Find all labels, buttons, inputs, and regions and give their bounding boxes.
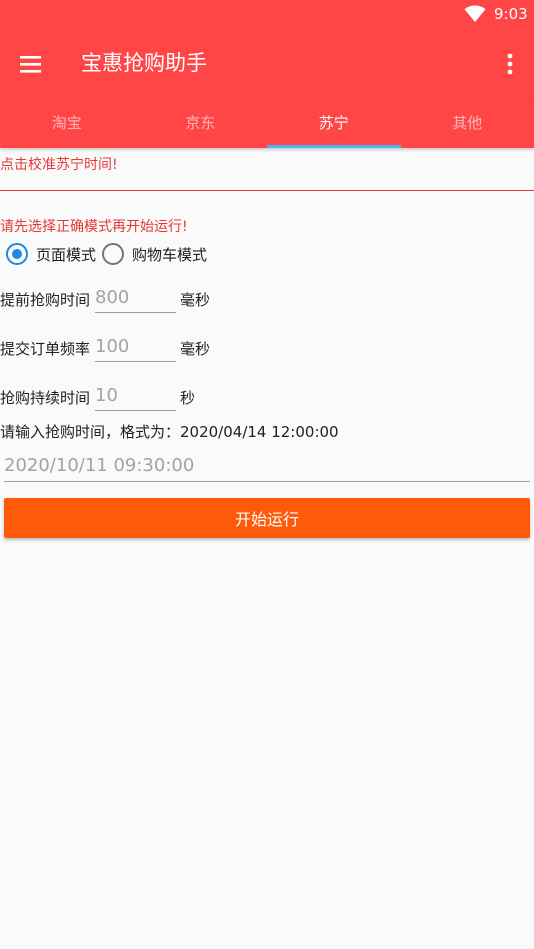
status-time: 9:03 <box>494 5 528 23</box>
divider <box>0 190 534 191</box>
tab-bar: 淘宝 京东 苏宁 其他 <box>0 100 534 148</box>
order-frequency-label: 提交订单频率 <box>0 340 91 358</box>
mode-hint-text: 请先选择正确模式再开始运行! <box>0 219 188 235</box>
time-format-hint: 请输入抢购时间，格式为：2020/04/14 12:00:00 <box>0 423 339 441</box>
advance-time-input[interactable] <box>95 283 176 313</box>
page-mode-radio[interactable] <box>6 243 28 265</box>
tab-jd[interactable]: 京东 <box>134 100 268 148</box>
duration-unit: 秒 <box>180 389 196 407</box>
tab-suning[interactable]: 苏宁 <box>267 100 401 148</box>
start-button[interactable]: 开始运行 <box>4 498 530 538</box>
mode-radio-group: 页面模式 购物车模式 <box>6 241 213 267</box>
order-frequency-row: 提交订单频率 毫秒 <box>0 332 534 364</box>
order-frequency-input[interactable] <box>95 332 176 362</box>
wifi-icon <box>464 5 486 22</box>
advance-time-unit: 毫秒 <box>180 291 211 309</box>
calibrate-time-link[interactable]: 点击校准苏宁时间! <box>0 155 118 175</box>
duration-row: 抢购持续时间 秒 <box>0 381 534 413</box>
status-bar: 9:03 <box>0 0 534 28</box>
duration-input[interactable] <box>95 381 176 411</box>
cart-mode-radio[interactable] <box>102 243 125 265</box>
tab-other[interactable]: 其他 <box>401 100 534 148</box>
rush-time-input[interactable] <box>4 450 530 482</box>
hamburger-menu-icon[interactable] <box>18 52 44 78</box>
advance-time-row: 提前抢购时间 毫秒 <box>0 283 534 315</box>
cart-mode-label[interactable]: 购物车模式 <box>132 244 207 265</box>
advance-time-label: 提前抢购时间 <box>0 291 91 309</box>
app-title: 宝惠抢购助手 <box>81 51 207 75</box>
tab-taobao[interactable]: 淘宝 <box>0 100 134 148</box>
more-vertical-icon[interactable] <box>497 50 523 78</box>
page-mode-label[interactable]: 页面模式 <box>36 244 96 265</box>
order-frequency-unit: 毫秒 <box>180 340 211 358</box>
duration-label: 抢购持续时间 <box>0 389 91 407</box>
app-toolbar: 宝惠抢购助手 <box>0 28 534 100</box>
